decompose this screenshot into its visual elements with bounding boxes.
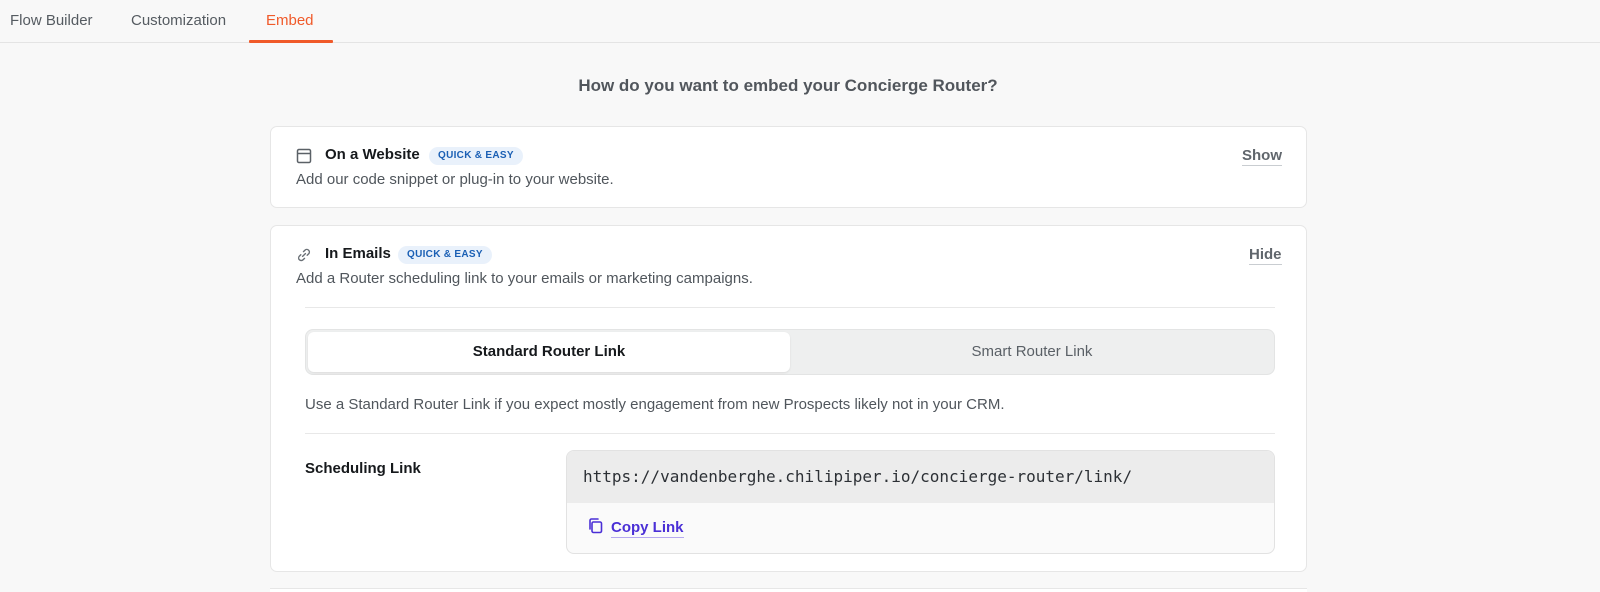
page-title: How do you want to embed your Concierge … [578,76,998,95]
embed-website-card: On a Website QUICK & EASY Add our code s… [270,126,1307,208]
next-card-edge [270,588,1307,592]
quick-easy-badge: QUICK & EASY [398,246,492,264]
tab-embed[interactable]: Embed [266,0,314,43]
copy-icon [587,517,604,539]
scheduling-link-label: Scheduling Link [305,460,421,477]
quick-easy-badge: QUICK & EASY [429,147,523,165]
tab-flow-builder[interactable]: Flow Builder [10,0,93,43]
link-type-hint: Use a Standard Router Link if you expect… [305,396,1005,413]
scheduling-link-box: https://vandenberghe.chilipiper.io/conci… [566,450,1275,554]
standard-router-link-option[interactable]: Standard Router Link [308,332,790,372]
divider [305,433,1275,434]
copy-link-button[interactable]: Copy Link [587,517,684,539]
email-card-description: Add a Router scheduling link to your ema… [296,270,753,287]
scheduling-link-url[interactable]: https://vandenberghe.chilipiper.io/conci… [567,451,1274,503]
top-tab-bar: Flow Builder Customization Embed [0,0,1600,43]
website-card-title: On a Website [325,146,420,163]
link-icon [296,247,312,268]
copy-link-label: Copy Link [611,518,684,538]
divider [305,307,1275,308]
active-tab-indicator [249,40,333,43]
show-button[interactable]: Show [1242,147,1282,166]
tab-customization[interactable]: Customization [131,0,226,43]
smart-router-link-option[interactable]: Smart Router Link [790,332,1274,372]
browser-window-icon [296,148,312,169]
website-card-description: Add our code snippet or plug-in to your … [296,171,614,188]
link-type-segmented-control: Standard Router Link Smart Router Link [305,329,1275,375]
embed-email-card: In Emails QUICK & EASY Add a Router sche… [270,225,1307,572]
hide-button[interactable]: Hide [1249,246,1282,265]
email-card-title: In Emails [325,245,391,262]
